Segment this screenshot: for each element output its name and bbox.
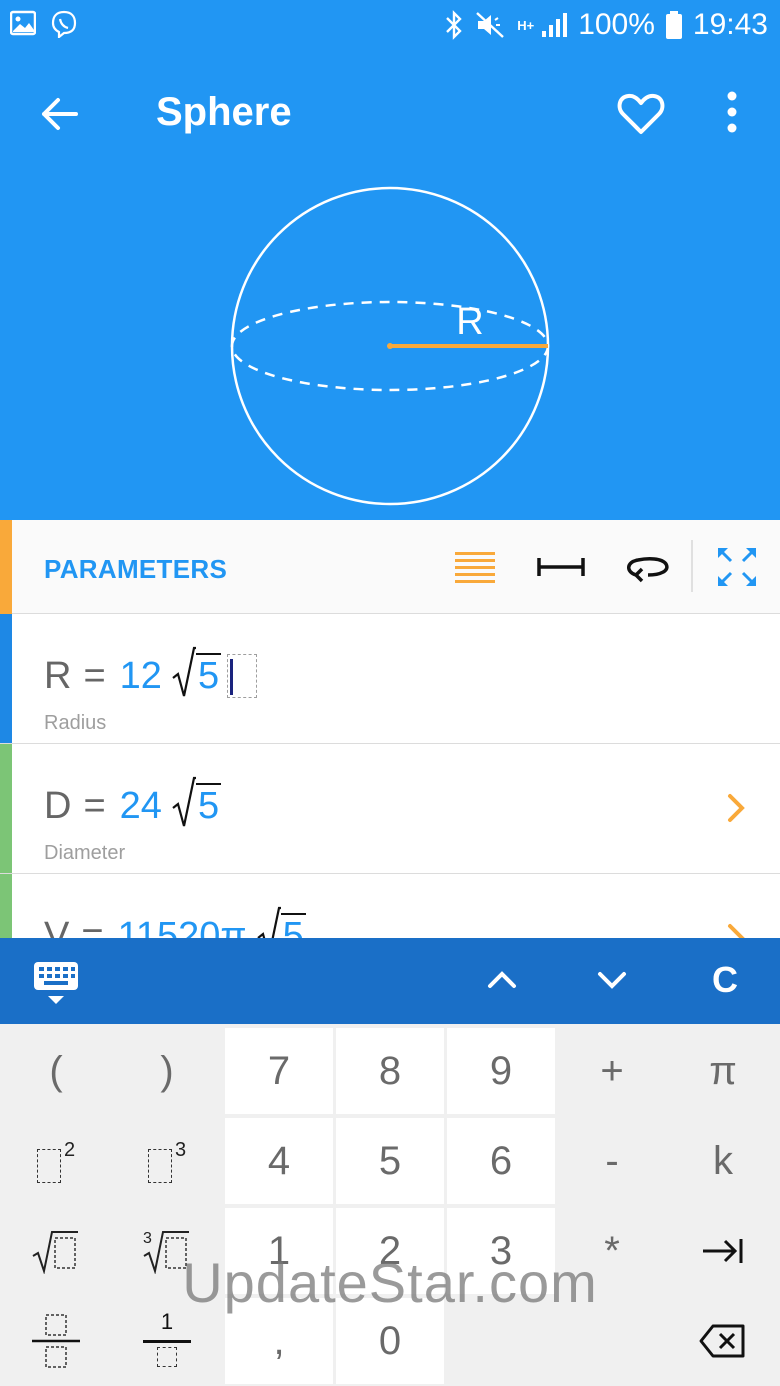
arrow-left-icon (42, 98, 78, 130)
heart-icon (617, 93, 665, 134)
key-8[interactable]: 8 (336, 1028, 444, 1114)
key-cube[interactable]: 3 (113, 1118, 221, 1204)
gallery-icon (10, 10, 36, 36)
backspace-icon (699, 1324, 745, 1358)
key-7[interactable]: 7 (225, 1028, 333, 1114)
key-open-paren[interactable]: ( (2, 1028, 110, 1114)
input-cursor-placeholder[interactable] (227, 654, 258, 698)
back-button[interactable] (36, 90, 84, 138)
mute-icon (476, 12, 505, 38)
angle-units-button[interactable] (622, 544, 672, 590)
placeholder-box-icon (36, 1149, 61, 1183)
radius-symbol: R (44, 655, 72, 697)
signal-icon (542, 13, 568, 37)
chevron-right-icon[interactable] (722, 788, 752, 828)
key-pi[interactable]: π (669, 1028, 777, 1114)
chevron-down-icon (598, 972, 626, 989)
ruler-length-icon (537, 558, 585, 576)
watermark: UpdateStar.com (182, 1251, 598, 1314)
parameter-row-diameter[interactable]: D = 24 5 Diameter (0, 744, 780, 874)
length-units-button[interactable] (536, 544, 586, 590)
sphere-figure: R (230, 186, 550, 506)
radius-expression[interactable]: R = 12 5 (44, 646, 258, 698)
diameter-expression: D = 24 5 (44, 776, 222, 828)
radius-coefficient: 12 (119, 655, 162, 697)
battery-icon (665, 11, 682, 39)
expand-icon (718, 548, 756, 586)
row-accent (0, 744, 12, 873)
cube-root-index: 3 (143, 1230, 152, 1247)
radius-radicand: 5 (195, 653, 222, 697)
page-title: Sphere (156, 90, 292, 134)
reciprocal-glyph: 1 (141, 1309, 193, 1369)
network-type-label: H+ (517, 17, 535, 33)
key-4[interactable]: 4 (225, 1118, 333, 1204)
hide-keyboard-button[interactable] (30, 960, 82, 1006)
equals-sign: = (83, 785, 106, 827)
cube-exponent: 3 (174, 1139, 187, 1161)
diameter-coefficient: 24 (119, 785, 162, 827)
list-view-button[interactable] (450, 544, 500, 590)
key-9[interactable]: 9 (447, 1028, 555, 1114)
diameter-radicand: 5 (195, 783, 222, 827)
clock: 19:43 (692, 8, 768, 41)
square-exponent: 2 (63, 1139, 76, 1161)
radius-description: Radius (44, 712, 107, 734)
clear-button[interactable]: C (700, 958, 750, 1002)
parameter-row-radius[interactable]: R = 12 5 Radius (0, 614, 780, 744)
key-close-paren[interactable]: ) (113, 1028, 221, 1114)
lines-icon (455, 552, 495, 583)
viber-icon (51, 10, 77, 38)
previous-field-button[interactable] (480, 958, 524, 1002)
placeholder-box-icon (147, 1149, 172, 1183)
parameters-title: PARAMETERS (44, 554, 228, 584)
key-6[interactable]: 6 (447, 1118, 555, 1204)
math-keypad: ( ) 7 8 9 + π 2 3 4 5 6 - k 3 1 2 3 * 1 … (0, 1024, 780, 1386)
key-plus[interactable]: + (558, 1028, 666, 1114)
row-accent (0, 614, 12, 743)
radius-sqrt: 5 (172, 646, 222, 698)
sqrt-icon (172, 646, 196, 697)
battery-percent: 100% (578, 8, 655, 41)
diameter-description: Diameter (44, 842, 126, 864)
fraction-icon (32, 1314, 80, 1368)
favorite-button[interactable] (616, 90, 666, 138)
section-accent (0, 520, 12, 614)
status-right: H+ 100% 19:43 (443, 8, 768, 42)
key-square[interactable]: 2 (2, 1118, 110, 1204)
key-5[interactable]: 5 (336, 1118, 444, 1204)
chevron-up-icon (488, 971, 516, 988)
status-left (10, 10, 78, 38)
diameter-sqrt: 5 (172, 776, 222, 828)
keyboard-hide-icon (34, 962, 78, 1004)
app-bar: Sphere R (0, 52, 780, 520)
placeholder-box-icon (157, 1347, 177, 1367)
sqrt-icon (172, 776, 196, 827)
key-k[interactable]: k (669, 1118, 777, 1204)
header-divider (691, 540, 693, 592)
key-minus[interactable]: - (558, 1118, 666, 1204)
square-glyph: 2 (36, 1139, 76, 1183)
more-options-button[interactable] (712, 88, 752, 140)
keyboard-toolbar: C (0, 938, 780, 1024)
bluetooth-icon (446, 10, 462, 40)
parameters-header: PARAMETERS (0, 520, 780, 614)
rotate-arrow-icon (627, 557, 669, 583)
more-vert-icon (727, 91, 737, 133)
radius-label: R (456, 301, 483, 343)
diameter-symbol: D (44, 785, 72, 827)
next-field-button[interactable] (590, 958, 634, 1002)
status-bar: H+ 100% 19:43 (0, 0, 780, 52)
equals-sign: = (83, 655, 106, 697)
fraction-bar (143, 1340, 191, 1343)
fullscreen-button[interactable] (712, 544, 762, 590)
cube-glyph: 3 (147, 1139, 187, 1183)
